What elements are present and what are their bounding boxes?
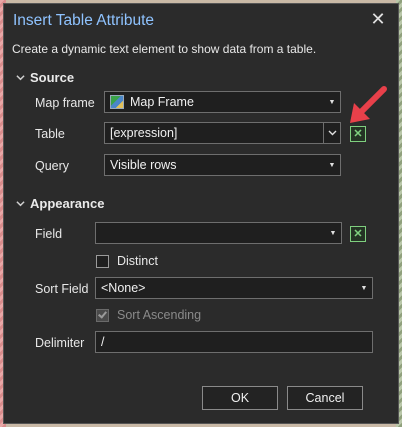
annotation-arrow-icon [350, 86, 387, 123]
chevron-down-icon: ▼ [328, 161, 336, 169]
field-label: Field [35, 227, 63, 241]
ok-button[interactable]: OK [202, 386, 278, 410]
close-icon: ✕ [370, 9, 386, 29]
appearance-section-header[interactable]: Appearance [16, 196, 104, 211]
delimiter-value: / [101, 335, 105, 349]
sort-ascending-checkbox[interactable] [96, 309, 109, 322]
expression-icon: ✕ [353, 227, 363, 240]
query-label: Query [35, 159, 70, 173]
chevron-down-icon [16, 201, 25, 207]
sort-field-label: Sort Field [35, 282, 89, 296]
sort-field-dropdown[interactable]: <None> ▼ [95, 277, 373, 299]
insert-table-attribute-dialog: Insert Table Attribute ✕ Create a dynami… [3, 3, 399, 424]
table-label: Table [35, 127, 65, 141]
map-frame-dropdown[interactable]: Map Frame ▼ [104, 91, 341, 113]
dropdown-chevron-icon [328, 130, 336, 136]
chevron-down-icon: ▼ [360, 284, 368, 292]
dialog-description: Create a dynamic text element to show da… [12, 42, 317, 56]
source-section-header[interactable]: Source [16, 70, 74, 85]
chevron-down-icon[interactable] [323, 123, 340, 143]
sort-ascending-label: Sort Ascending [117, 308, 202, 322]
close-button[interactable]: ✕ [368, 9, 388, 29]
sort-field-value: <None> [101, 281, 146, 295]
table-dropdown[interactable]: [expression] [104, 122, 341, 144]
cancel-button[interactable]: Cancel [287, 386, 363, 410]
chevron-down-icon: ▼ [329, 229, 337, 237]
appearance-heading: Appearance [30, 196, 105, 211]
field-expression-button[interactable]: ✕ [350, 226, 366, 242]
map-frame-value: Map Frame [130, 95, 194, 109]
chevron-down-icon [16, 75, 25, 81]
distinct-label: Distinct [117, 254, 158, 268]
field-dropdown[interactable]: ▼ [95, 222, 342, 244]
chevron-down-icon: ▼ [328, 98, 336, 106]
delimiter-label: Delimiter [35, 336, 85, 350]
dialog-title: Insert Table Attribute [13, 12, 155, 29]
delimiter-input[interactable]: / [95, 331, 373, 353]
map-frame-label: Map frame [35, 96, 95, 110]
query-dropdown[interactable]: Visible rows ▼ [104, 154, 341, 176]
map-frame-icon [110, 95, 124, 109]
distinct-checkbox[interactable] [96, 255, 109, 268]
table-value: [expression] [110, 126, 178, 140]
source-heading: Source [30, 70, 75, 85]
query-value: Visible rows [110, 158, 177, 172]
